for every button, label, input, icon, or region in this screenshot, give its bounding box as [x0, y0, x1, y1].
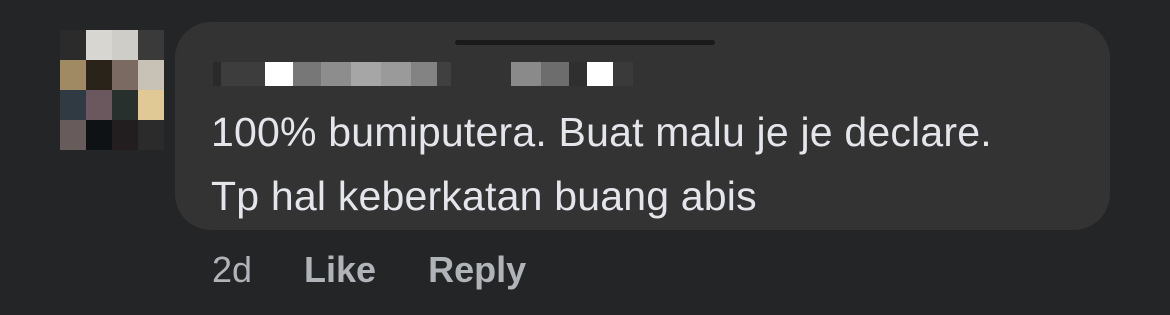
redaction-pixel	[293, 62, 321, 86]
avatar-pixel	[138, 120, 164, 150]
redacted-author-name[interactable]	[213, 62, 633, 86]
avatar-pixel	[86, 60, 112, 90]
avatar-pixel	[112, 30, 138, 60]
avatar-pixel	[112, 90, 138, 120]
avatar-pixel	[138, 90, 164, 120]
avatar-pixel	[60, 120, 86, 150]
redaction-pixel	[213, 62, 221, 86]
redaction-pixel	[569, 62, 587, 86]
avatar-pixel	[138, 30, 164, 60]
avatar-pixel	[138, 60, 164, 90]
avatar-pixel	[112, 60, 138, 90]
comment-bubble: 100% bumiputera. Buat malu je je declare…	[175, 22, 1110, 230]
redaction-pixel	[451, 62, 491, 86]
redaction-pixel	[351, 62, 381, 86]
avatar-pixel	[60, 60, 86, 90]
comment-actions: 2d Like Reply	[212, 246, 578, 294]
redaction-pixel	[541, 62, 569, 86]
redaction-pixel	[221, 62, 265, 86]
redaction-pixel	[321, 62, 351, 86]
timestamp[interactable]: 2d	[212, 249, 252, 291]
comment-line-1: 100% bumiputera. Buat malu je je declare…	[211, 109, 992, 155]
avatar-pixel	[112, 120, 138, 150]
like-button[interactable]: Like	[304, 249, 376, 291]
avatar-pixel	[86, 30, 112, 60]
redaction-pixel	[381, 62, 411, 86]
redaction-pixel	[613, 62, 633, 86]
reply-button[interactable]: Reply	[428, 249, 526, 291]
avatar[interactable]	[60, 30, 164, 150]
comment-thread: 100% bumiputera. Buat malu je je declare…	[0, 0, 1170, 315]
redaction-pixel	[411, 62, 437, 86]
avatar-pixel	[60, 90, 86, 120]
avatar-pixel	[86, 120, 112, 150]
comment-line-2: Tp hal keberkatan buang abis	[211, 173, 757, 219]
redaction-pixel	[491, 62, 511, 86]
avatar-pixel	[60, 30, 86, 60]
avatar-pixel	[86, 90, 112, 120]
redaction-pixel	[437, 62, 451, 86]
redaction-pixel	[587, 62, 613, 86]
comment-text: 100% bumiputera. Buat malu je je declare…	[211, 100, 1091, 228]
redaction-strip	[455, 40, 715, 45]
redaction-pixel	[511, 62, 541, 86]
redaction-pixel	[265, 62, 293, 86]
